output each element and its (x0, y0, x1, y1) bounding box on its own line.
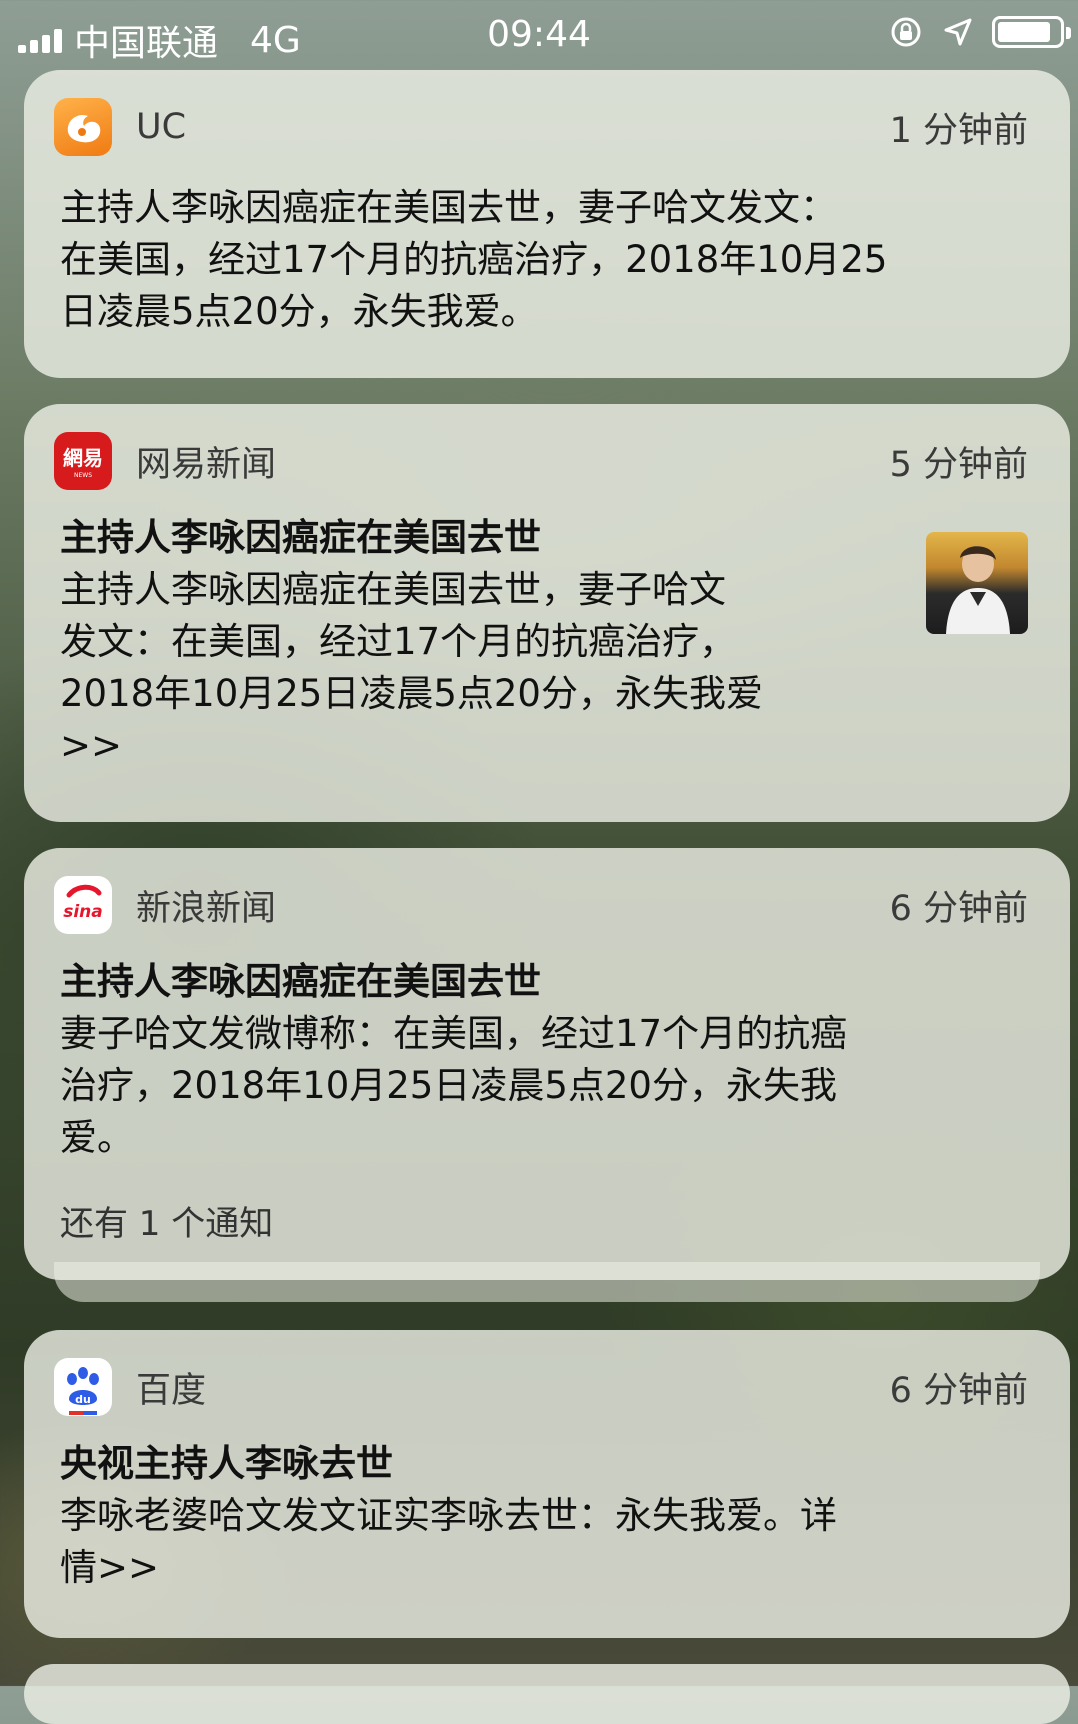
notification-time: 5 分钟前 (889, 444, 1028, 485)
baidu-paw-icon: du (54, 1358, 112, 1416)
sina-eye-icon: sina (54, 876, 112, 934)
battery-icon (992, 16, 1071, 48)
more-notifications-label[interactable]: 还有 1 个通知 (60, 1196, 273, 1245)
body-line: 发文：在美国，经过17个月的抗癌治疗， (60, 620, 737, 663)
notification-title: 央视主持人李咏去世 (60, 1442, 393, 1485)
body-line: 日凌晨5点20分，永失我爱。 (60, 290, 538, 333)
notification-baidu[interactable]: du 百度 6 分钟前 央视主持人李咏去世 李咏老婆哈文发文证实李咏去世：永失我… (24, 1330, 1070, 1638)
notification-uc[interactable]: UC 1 分钟前 主持人李咏因癌症在美国去世，妻子哈文发文： 在美国，经过17个… (24, 70, 1070, 378)
notification-title: 主持人李咏因癌症在美国去世 (60, 960, 541, 1003)
notification-sina[interactable]: sina 新浪新闻 6 分钟前 主持人李咏因癌症在美国去世 妻子哈文发微博称：在… (24, 848, 1070, 1280)
thumbnail-image (926, 532, 1028, 634)
uc-squirrel-icon (54, 98, 112, 156)
svg-text:du: du (75, 1393, 91, 1406)
svg-text:網易: 網易 (63, 446, 103, 470)
notification-partial[interactable] (24, 1664, 1070, 1724)
svg-text:NEWS: NEWS (74, 472, 92, 479)
app-name: 百度 (136, 1370, 207, 1411)
notification-body: 央视主持人李咏去世 李咏老婆哈文发文证实李咏去世：永失我爱。详 情>> (60, 1438, 1030, 1594)
location-arrow-icon (944, 18, 972, 46)
body-line: 2018年10月25日凌晨5点20分，永失我爱 (60, 672, 763, 715)
notification-time: 1 分钟前 (889, 110, 1028, 151)
notification-body: 主持人李咏因癌症在美国去世 主持人李咏因癌症在美国去世，妻子哈文 发文：在美国，… (60, 512, 920, 772)
body-line: 情>> (60, 1546, 160, 1589)
app-name: 新浪新闻 (136, 888, 277, 929)
svg-text:sina: sina (63, 902, 103, 922)
notification-title: 主持人李咏因癌症在美国去世 (60, 516, 541, 559)
notification-time: 6 分钟前 (889, 888, 1028, 929)
body-line: 李咏老婆哈文发文证实李咏去世：永失我爱。详 (60, 1494, 837, 1537)
body-line: 爱。 (60, 1116, 134, 1159)
notification-netease[interactable]: 網易 NEWS 网易新闻 5 分钟前 主持人李咏因癌症在美国去世 主持人李咏因癌… (24, 404, 1070, 822)
notification-time: 6 分钟前 (889, 1370, 1028, 1411)
app-name: 网易新闻 (136, 444, 277, 485)
notification-body: 主持人李咏因癌症在美国去世 妻子哈文发微博称：在美国，经过17个月的抗癌 治疗，… (60, 956, 1030, 1164)
body-line: 治疗，2018年10月25日凌晨5点20分，永失我 (60, 1064, 837, 1107)
notification-body: 主持人李咏因癌症在美国去世，妻子哈文发文： 在美国，经过17个月的抗癌治疗，20… (60, 182, 1030, 338)
body-line: 妻子哈文发微博称：在美国，经过17个月的抗癌 (60, 1012, 848, 1055)
body-line: 主持人李咏因癌症在美国去世，妻子哈文 (60, 568, 726, 611)
body-line: 主持人李咏因癌症在美国去世，妻子哈文发文： (60, 186, 837, 229)
orientation-lock-icon (891, 17, 921, 47)
body-line: >> (60, 724, 123, 767)
app-name: UC (136, 107, 187, 147)
netease-news-icon: 網易 NEWS (54, 432, 112, 490)
status-bar: 中国联通 4G 09:44 (0, 0, 1078, 72)
body-line: 在美国，经过17个月的抗癌治疗，2018年10月25 (60, 238, 888, 281)
